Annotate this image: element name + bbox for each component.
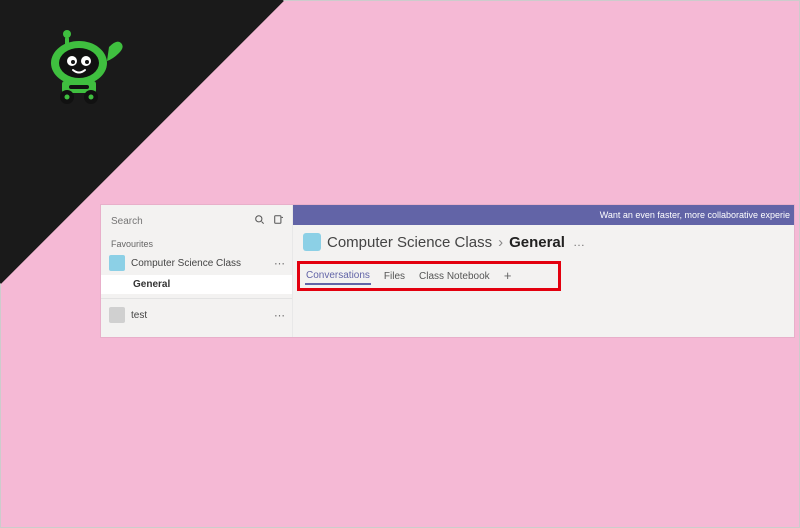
sidebar-section-label: Favourites <box>101 233 292 251</box>
breadcrumb-team-avatar-icon <box>303 233 321 251</box>
search-input[interactable] <box>111 216 254 227</box>
sidebar-divider <box>101 298 292 299</box>
chevron-right-icon: › <box>498 234 503 251</box>
team-more-icon[interactable]: ⋯ <box>274 257 286 270</box>
tab-class-notebook[interactable]: Class Notebook <box>418 269 491 284</box>
team-name-label: Computer Science Class <box>131 258 268 269</box>
search-icon[interactable] <box>254 212 265 230</box>
breadcrumb-channel: General <box>509 234 565 251</box>
sidebar-team-computer-science[interactable]: Computer Science Class ⋯ <box>101 251 292 275</box>
main-area: Want an even faster, more collaborative … <box>293 205 794 337</box>
teams-app-window: Favourites Computer Science Class ⋯ Gene… <box>101 205 794 337</box>
sidebar-channel-general[interactable]: General <box>101 275 292 294</box>
breadcrumb-team[interactable]: Computer Science Class <box>327 234 492 251</box>
breadcrumb-more-icon[interactable]: … <box>571 235 586 249</box>
robot-logo <box>31 23 131 123</box>
team-name-label: test <box>131 310 268 321</box>
breadcrumb: Computer Science Class › General … <box>293 225 794 257</box>
team-avatar-icon <box>109 307 125 323</box>
team-more-icon[interactable]: ⋯ <box>274 309 286 322</box>
tab-conversations[interactable]: Conversations <box>305 268 371 285</box>
tab-files[interactable]: Files <box>383 269 406 284</box>
team-avatar-icon <box>109 255 125 271</box>
sidebar: Favourites Computer Science Class ⋯ Gene… <box>101 205 293 337</box>
create-team-icon[interactable] <box>273 212 284 230</box>
sidebar-team-test[interactable]: test ⋯ <box>101 303 292 327</box>
channel-tabs: Conversations Files Class Notebook + <box>293 261 794 291</box>
upgrade-banner[interactable]: Want an even faster, more collaborative … <box>293 205 794 225</box>
add-tab-button[interactable]: + <box>503 271 513 281</box>
search-row <box>101 205 292 233</box>
